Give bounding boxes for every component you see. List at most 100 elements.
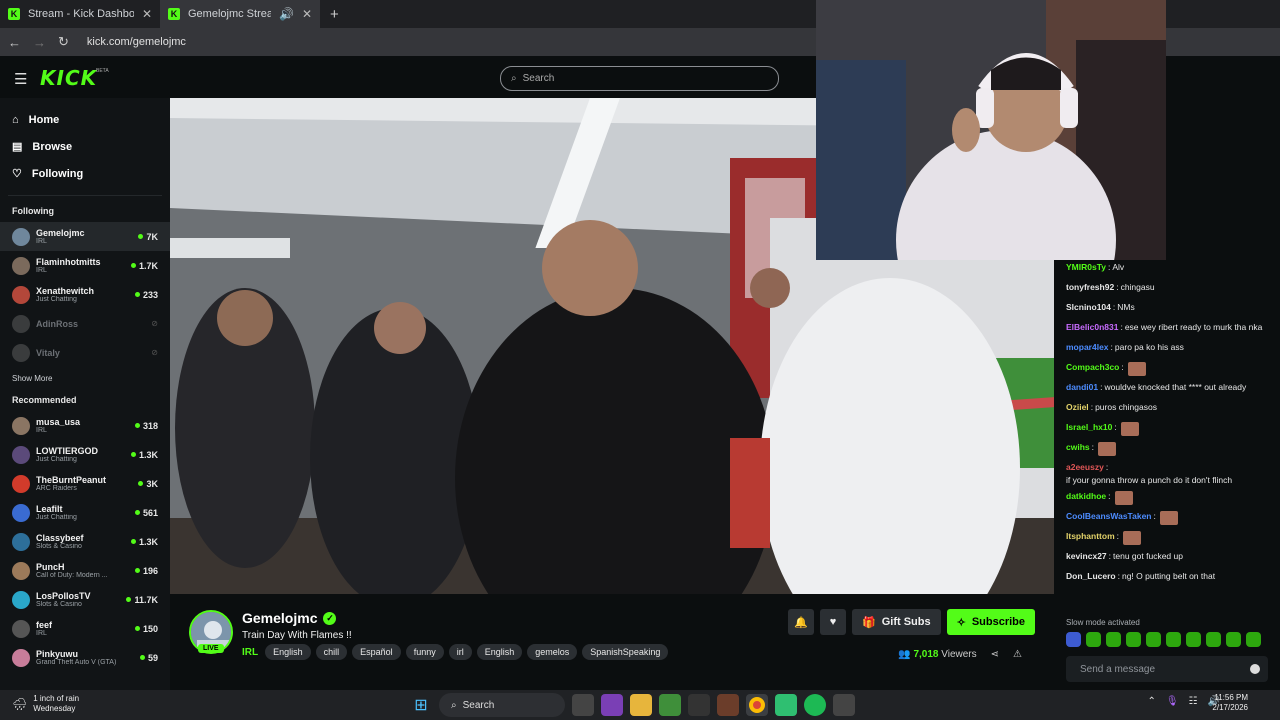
sidebar-channel[interactable]: LOWTIERGOD Just Chatting 1.3K [0,440,170,469]
share-icon[interactable]: ⋖ [991,649,999,660]
chat-username[interactable]: Compach3co [1066,362,1119,373]
sidebar-channel[interactable]: musa_usa IRL 318 [0,411,170,440]
notification-bell-button[interactable]: 🔔 [788,609,814,635]
chat-username[interactable]: CoolBeansWasTaken [1066,511,1152,522]
app-icon[interactable] [833,694,855,716]
close-tab-icon[interactable]: ✕ [302,7,312,21]
chat-username[interactable]: cwihs [1066,442,1090,453]
show-more-link[interactable]: Show More [0,367,170,389]
sidebar-channel[interactable]: AdinRoss ⊘ [0,309,170,338]
emote-icon[interactable] [1146,632,1161,647]
speaker-icon[interactable]: 🔊 [279,7,294,21]
sidebar-channel[interactable]: Gemelojmc IRL 7K [0,222,170,251]
windows-start-icon[interactable]: ⊞ [410,694,432,716]
sidebar-channel[interactable]: LosPollosTV Slots & Casino 11.7K [0,585,170,614]
taskbar-search[interactable]: ⌕ Search [439,693,565,717]
tag[interactable]: gemelos [527,644,578,660]
emote-icon[interactable] [1206,632,1221,647]
sidebar-channel[interactable]: Vitaly ⊘ [0,338,170,367]
chat-username[interactable]: Israel_hx10 [1066,422,1112,433]
new-tab-button[interactable]: + [320,0,349,28]
chat-username[interactable]: a2eeuszy [1066,462,1104,473]
subscribe-button[interactable]: ✧ Subscribe [946,609,1035,635]
kick-logo[interactable]: KICK [40,66,97,90]
close-tab-icon[interactable]: ✕ [142,7,152,21]
chat-username[interactable]: mopar4lex [1066,342,1109,353]
emote-icon[interactable] [1186,632,1201,647]
chat-username[interactable]: Don_Lucero [1066,571,1116,582]
tag[interactable]: funny [405,644,444,660]
chat-username[interactable]: dandi01 [1066,382,1098,393]
reload-icon[interactable]: ↻ [58,34,69,50]
sidebar-channel[interactable]: TheBurntPeanut ARC Raiders 3K [0,469,170,498]
app-icon[interactable] [688,694,710,716]
emote-icon[interactable] [1246,632,1261,647]
task-view-icon[interactable] [572,694,594,716]
tag[interactable]: Español [352,644,401,660]
chat-input[interactable]: Send a message [1066,656,1268,682]
microphone-icon[interactable]: 🎙 [1166,696,1179,707]
emote-icon[interactable] [1166,632,1181,647]
nav-following[interactable]: ♡ Following [0,160,170,187]
taskbar-search-label: Search [462,699,495,711]
wifi-icon[interactable]: ☷ [1189,696,1198,707]
nav-home[interactable]: ⌂ Home [0,106,170,133]
file-explorer-icon[interactable] [630,694,652,716]
emote-icon[interactable] [1106,632,1121,647]
spotify-icon[interactable] [804,694,826,716]
chat-username[interactable]: ElBelic0n831 [1066,322,1118,333]
live-dot-icon [134,626,140,631]
chat-message-list[interactable]: YMIR0sTy: Alv tonyfresh92: chingasu Slcnino1… [1054,260,1280,589]
emoji-picker-icon[interactable] [1250,664,1260,674]
menu-icon[interactable]: ☰ [14,70,27,88]
chat-username[interactable]: Itsphanttom [1066,531,1115,542]
sidebar-channel[interactable]: feef IRL 150 [0,614,170,643]
weather-widget[interactable]: 🌧 1 inch of rain Wednesday [12,694,79,714]
category-link[interactable]: IRL [242,647,258,658]
sidebar-channel[interactable]: Classybeef Slots & Casino 1.3K [0,527,170,556]
back-icon[interactable]: ← [8,35,21,50]
tab-kick-dashboard[interactable]: K Stream - Kick Dashboard ✕ [0,0,160,28]
gift-subs-button[interactable]: 🎁 Gift Subs [852,609,941,635]
bell-icon: 🔔 [794,616,808,629]
app-icon[interactable] [601,694,623,716]
channel-name[interactable]: Gemelojmc ✓ [242,610,337,626]
chevron-up-icon[interactable]: ⌃ [1147,696,1155,707]
discord-icon[interactable] [775,694,797,716]
url-field[interactable]: kick.com/gemelojmc [87,36,186,48]
chat-username[interactable]: datkidhoe [1066,491,1106,502]
chat-username[interactable]: Oziiel [1066,402,1089,413]
sidebar-channel[interactable]: Flaminhotmitts IRL 1.7K [0,251,170,280]
emote-icon[interactable] [1226,632,1241,647]
chat-username[interactable]: Slcnino104 [1066,302,1111,313]
sidebar-channel[interactable]: Pinkyuwu Grand Theft Auto V (GTA) 59 [0,643,170,672]
sidebar-channel[interactable]: Leafilt Just Chatting 561 [0,498,170,527]
chat-username[interactable]: kevincx27 [1066,551,1107,562]
tab-gemelojmc-stream[interactable]: K Gemelojmc Stream - Watch 🔊 ✕ [160,0,320,28]
viewer-count-value: 233 [142,289,158,300]
tag[interactable]: SpanishSpeaking [582,644,669,660]
channel-category: IRL [36,427,47,434]
nav-browse[interactable]: ▤ Browse [0,133,170,160]
follow-button[interactable]: ♥ [820,609,846,635]
app-icon[interactable] [659,694,681,716]
chat-username[interactable]: YMIR0sTy [1066,262,1106,273]
emote-icon[interactable] [1066,632,1081,647]
tag[interactable]: English [265,644,311,660]
search-input[interactable]: ⌕ Search [500,66,779,91]
subscribe-label: Subscribe [971,616,1025,628]
app-icon[interactable] [717,694,739,716]
emote-icon[interactable] [1126,632,1141,647]
tag[interactable]: chill [315,644,348,660]
report-icon[interactable]: ⚠ [1013,649,1022,660]
star-icon: ✧ [956,616,966,629]
tag[interactable]: English [476,644,523,660]
chrome-icon[interactable] [746,694,768,716]
chat-username[interactable]: tonyfresh92 [1066,282,1114,293]
emote-icon[interactable] [1086,632,1101,647]
clock[interactable]: 11:56 PM 2/17/2026 [1212,693,1248,714]
sidebar-channel[interactable]: Xenathewitch Just Chatting 233 [0,280,170,309]
sidebar-channel[interactable]: PuncH Call of Duty: Modern ... 196 [0,556,170,585]
forward-icon[interactable]: → [33,35,46,50]
tag[interactable]: irl [448,644,472,660]
